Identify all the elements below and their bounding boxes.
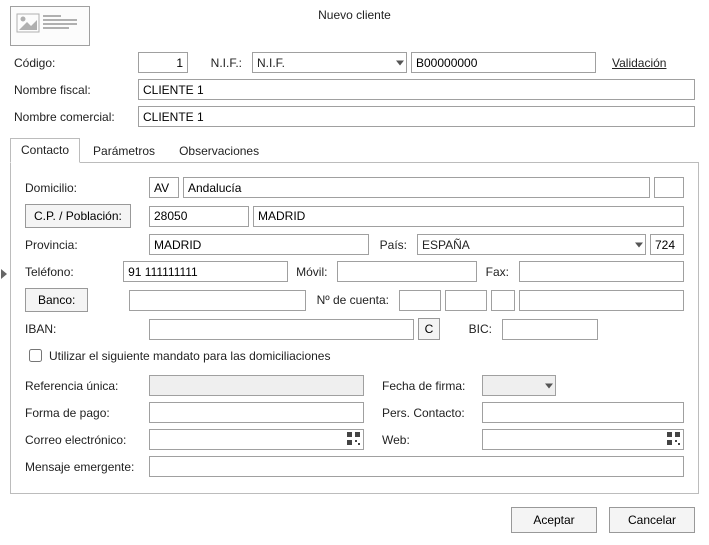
bic-label: BIC: — [444, 322, 498, 336]
iban-calc-button[interactable]: C — [418, 318, 440, 340]
tabstrip: Contacto Parámetros Observaciones — [10, 137, 699, 163]
pais-value: ESPAÑA — [422, 238, 470, 252]
fecha-firma-combo — [482, 375, 556, 396]
chevron-down-icon — [545, 383, 553, 388]
cp-input[interactable] — [149, 206, 249, 227]
correo-label: Correo electrónico: — [25, 433, 145, 447]
forma-pago-input[interactable] — [149, 402, 364, 423]
nif-type-value: N.I.F. — [257, 56, 285, 70]
codigo-input[interactable] — [138, 52, 188, 73]
codigo-label: Código: — [14, 56, 134, 70]
telefono-input[interactable] — [123, 261, 288, 282]
dialog-title: Nuevo cliente — [90, 8, 619, 22]
nombre-fiscal-label: Nombre fiscal: — [14, 83, 134, 97]
poblacion-input[interactable] — [253, 206, 684, 227]
tab-parametros[interactable]: Parámetros — [82, 139, 166, 163]
mandato-label: Utilizar el siguiente mandato para las d… — [49, 349, 330, 363]
cp-poblacion-cell: C.P. / Población: — [25, 204, 145, 228]
validacion-link[interactable]: Validación — [612, 56, 666, 70]
domicilio-extra-input[interactable] — [654, 177, 684, 198]
movil-label: Móvil: — [292, 265, 333, 279]
mandato-checkbox[interactable] — [29, 349, 42, 362]
mensaje-input[interactable] — [149, 456, 684, 477]
header-form: Código: N.I.F.: N.I.F. Validación Nombre… — [0, 46, 709, 127]
bic-input[interactable] — [502, 319, 598, 340]
cuenta-1-input[interactable] — [399, 290, 441, 311]
expand-handle-icon[interactable] — [0, 268, 8, 280]
banco-button[interactable]: Banco: — [25, 288, 88, 312]
chevron-down-icon — [396, 60, 404, 65]
nombre-fiscal-input[interactable] — [138, 79, 695, 100]
nif-label: N.I.F.: — [192, 56, 248, 70]
correo-input[interactable] — [149, 429, 364, 450]
tab-observaciones[interactable]: Observaciones — [168, 139, 270, 163]
cancelar-button[interactable]: Cancelar — [609, 507, 695, 533]
tab-contacto[interactable]: Contacto — [10, 138, 80, 163]
cuenta-4-input[interactable] — [519, 290, 684, 311]
web-label: Web: — [368, 433, 478, 447]
iban-input[interactable] — [149, 319, 414, 340]
mensaje-label: Mensaje emergente: — [25, 460, 145, 474]
client-card-icon — [10, 6, 90, 46]
domicilio-label: Domicilio: — [25, 181, 145, 195]
dialog-header: Nuevo cliente — [0, 0, 709, 46]
fax-label: Fax: — [481, 265, 515, 279]
fax-input[interactable] — [519, 261, 684, 282]
dialog-new-client: Nuevo cliente Código: N.I.F.: N.I.F. Val… — [0, 0, 709, 545]
pers-contacto-input[interactable] — [482, 402, 684, 423]
fecha-firma-label: Fecha de firma: — [368, 379, 478, 393]
provincia-input[interactable] — [149, 234, 369, 255]
numero-cuenta-label: Nº de cuenta: — [310, 293, 395, 307]
nif-input[interactable] — [411, 52, 596, 73]
referencia-input — [149, 375, 364, 396]
cp-poblacion-button[interactable]: C.P. / Población: — [25, 204, 131, 228]
dialog-footer: Aceptar Cancelar — [0, 497, 709, 545]
referencia-label: Referencia única: — [25, 379, 145, 393]
web-input[interactable] — [482, 429, 684, 450]
pais-label: País: — [373, 238, 413, 252]
forma-pago-label: Forma de pago: — [25, 406, 145, 420]
pers-contacto-label: Pers. Contacto: — [368, 406, 478, 420]
iban-label: IBAN: — [25, 322, 145, 336]
nif-type-combo[interactable]: N.I.F. — [252, 52, 407, 73]
movil-input[interactable] — [337, 261, 477, 282]
domicilio-tipo-input[interactable] — [149, 177, 179, 198]
aceptar-button[interactable]: Aceptar — [511, 507, 597, 533]
nombre-comercial-label: Nombre comercial: — [14, 110, 134, 124]
domicilio-nombre-input[interactable] — [183, 177, 650, 198]
pais-combo[interactable]: ESPAÑA — [417, 234, 646, 255]
cuenta-3-input[interactable] — [491, 290, 515, 311]
tab-panel-contacto: Domicilio: C.P. / Población: Provincia: … — [10, 163, 699, 494]
cuenta-2-input[interactable] — [445, 290, 487, 311]
telefono-label: Teléfono: — [25, 265, 119, 279]
pais-code-input[interactable] — [650, 234, 684, 255]
banco-input[interactable] — [129, 290, 306, 311]
provincia-label: Provincia: — [25, 238, 145, 252]
nombre-comercial-input[interactable] — [138, 106, 695, 127]
banco-cell: Banco: — [25, 288, 125, 312]
chevron-down-icon — [635, 242, 643, 247]
